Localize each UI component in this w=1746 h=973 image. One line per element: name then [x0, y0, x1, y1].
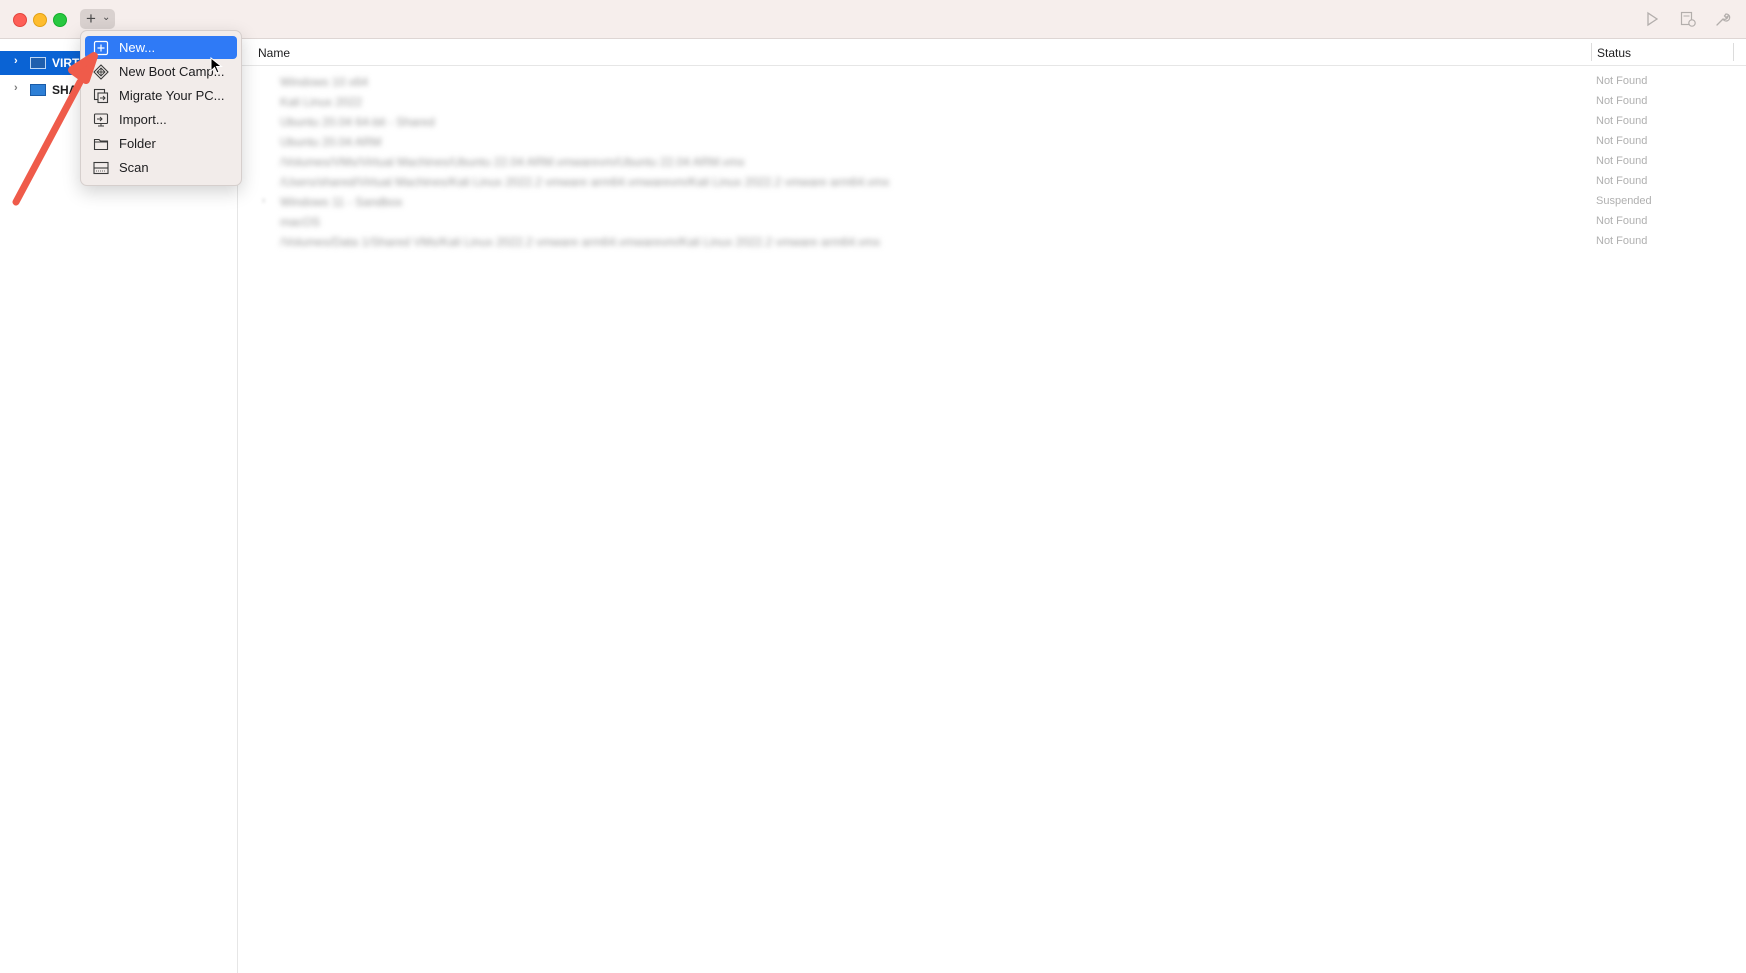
vm-status: Not Found — [1596, 235, 1648, 247]
column-divider[interactable] — [1591, 43, 1592, 61]
table-row[interactable]: Windows 10 x64 Not Found — [238, 72, 1746, 92]
vm-status: Not Found — [1596, 155, 1648, 167]
wrench-icon[interactable] — [1714, 10, 1732, 28]
vm-library-list: Name Status Windows 10 x64 Not Found Kal… — [238, 39, 1746, 973]
title-bar: + ⌄ — [0, 0, 1746, 39]
disclosure-chevron-icon[interactable]: › — [262, 195, 265, 206]
table-row[interactable]: › Windows 11 - Sandbox Suspended — [238, 192, 1746, 212]
annotation-arrow-icon — [12, 52, 98, 206]
mouse-cursor-icon — [210, 57, 223, 74]
table-row[interactable]: Ubuntu 20.04 ARM Not Found — [238, 132, 1746, 152]
vm-status: Not Found — [1596, 95, 1648, 107]
snapshot-icon[interactable] — [1679, 10, 1697, 28]
vm-name: Windows 11 - Sandbox — [280, 195, 403, 209]
vm-name: Ubuntu 20.04 ARM — [280, 135, 382, 149]
vm-name: Windows 10 x64 — [280, 75, 369, 89]
table-row[interactable]: /Volumes/Data 1/Shared VMs/Kali Linux 20… — [238, 232, 1746, 252]
vm-name: macOS — [280, 215, 321, 229]
vm-status: Not Found — [1596, 75, 1648, 87]
vm-name: /Volumes/Data 1/Shared VMs/Kali Linux 20… — [280, 235, 881, 249]
vm-status: Suspended — [1596, 195, 1652, 207]
table-row[interactable]: Kali Linux 2022 Not Found — [238, 92, 1746, 112]
column-header-status[interactable]: Status — [1597, 46, 1631, 60]
vm-status: Not Found — [1596, 135, 1648, 147]
vm-name: Ubuntu 20.04 64-bit - Shared — [280, 115, 435, 129]
vm-status: Not Found — [1596, 115, 1648, 127]
vm-name: Kali Linux 2022 — [280, 95, 363, 109]
table-row[interactable]: Ubuntu 20.04 64-bit - Shared Not Found — [238, 112, 1746, 132]
column-divider[interactable] — [1733, 43, 1734, 61]
vm-status: Not Found — [1596, 215, 1648, 227]
vm-name: /Users/shared/Virtual Machines/Kali Linu… — [280, 175, 890, 189]
table-header: Name Status — [238, 39, 1746, 66]
play-icon[interactable] — [1643, 10, 1661, 28]
vm-status: Not Found — [1596, 175, 1648, 187]
table-row[interactable]: macOS Not Found — [238, 212, 1746, 232]
table-row[interactable]: /Users/shared/Virtual Machines/Kali Linu… — [238, 172, 1746, 192]
vm-name: /Volumes/VMs/Virtual Machines/Ubuntu 22.… — [280, 155, 745, 169]
column-header-name[interactable]: Name — [258, 46, 290, 60]
table-row[interactable]: /Volumes/VMs/Virtual Machines/Ubuntu 22.… — [238, 152, 1746, 172]
